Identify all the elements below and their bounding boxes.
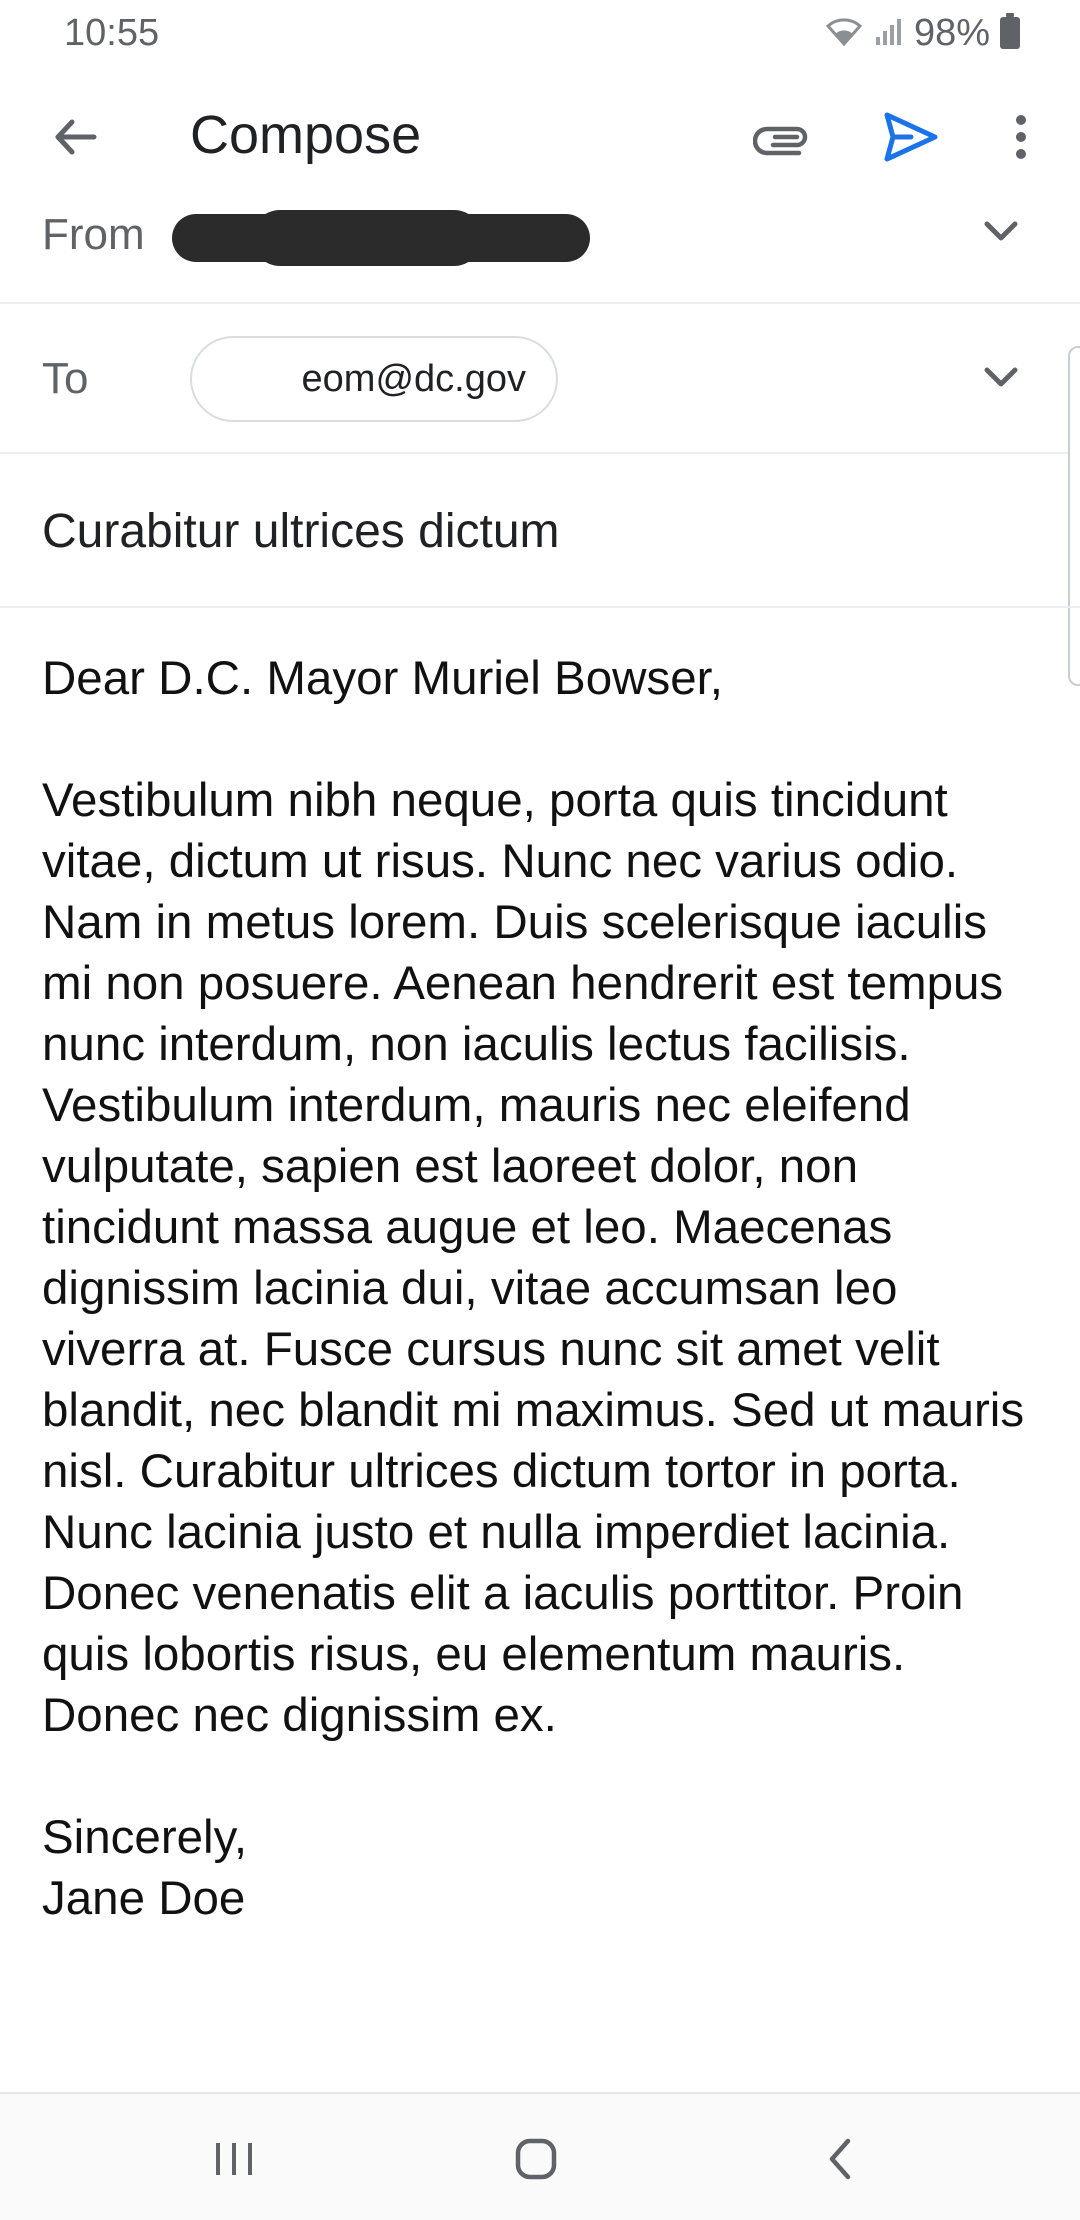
to-label: To [42,354,89,403]
recent-apps-button[interactable] [194,2124,274,2194]
system-back-button[interactable] [800,2124,880,2194]
attach-icon [753,126,808,156]
battery-icon [1000,13,1020,49]
subject-input[interactable]: Curabitur ultrices dictum [42,504,560,559]
to-expand-button[interactable] [976,352,1026,402]
page-title: Compose [190,105,422,165]
system-nav-bar [0,2092,1080,2220]
status-icons: 98% [824,10,1020,56]
chevron-down-icon [984,221,1018,241]
chevron-down-icon [984,367,1018,387]
home-button[interactable] [496,2124,576,2194]
signal-icon [874,15,904,52]
app-bar: Compose [0,66,1080,206]
send-icon [884,112,938,162]
more-vert-icon [1016,115,1026,159]
status-time: 10:55 [64,12,160,54]
more-options-button[interactable] [986,102,1056,172]
home-icon [515,2138,557,2180]
message-body[interactable]: Dear D.C. Mayor Muriel Bowser, Vestibulu… [42,648,1042,1929]
wifi-icon [824,14,864,53]
back-button[interactable] [40,102,110,172]
recent-apps-icon [216,2143,252,2175]
from-label: From [42,210,145,259]
attach-button[interactable] [748,102,818,172]
to-field[interactable]: To eom@dc.gov [0,304,1080,454]
from-field[interactable]: From [0,200,1080,304]
chevron-left-icon [829,2138,851,2180]
from-expand-button[interactable] [976,206,1026,256]
recipient-chip[interactable]: eom@dc.gov [190,336,558,422]
battery-percent: 98% [913,11,990,54]
redacted-sender [172,210,590,266]
arrow-back-icon [55,119,97,155]
status-bar: 10:55 98% [0,0,1080,66]
subject-field[interactable]: Curabitur ultrices dictum [0,454,1080,608]
send-button[interactable] [876,102,946,172]
